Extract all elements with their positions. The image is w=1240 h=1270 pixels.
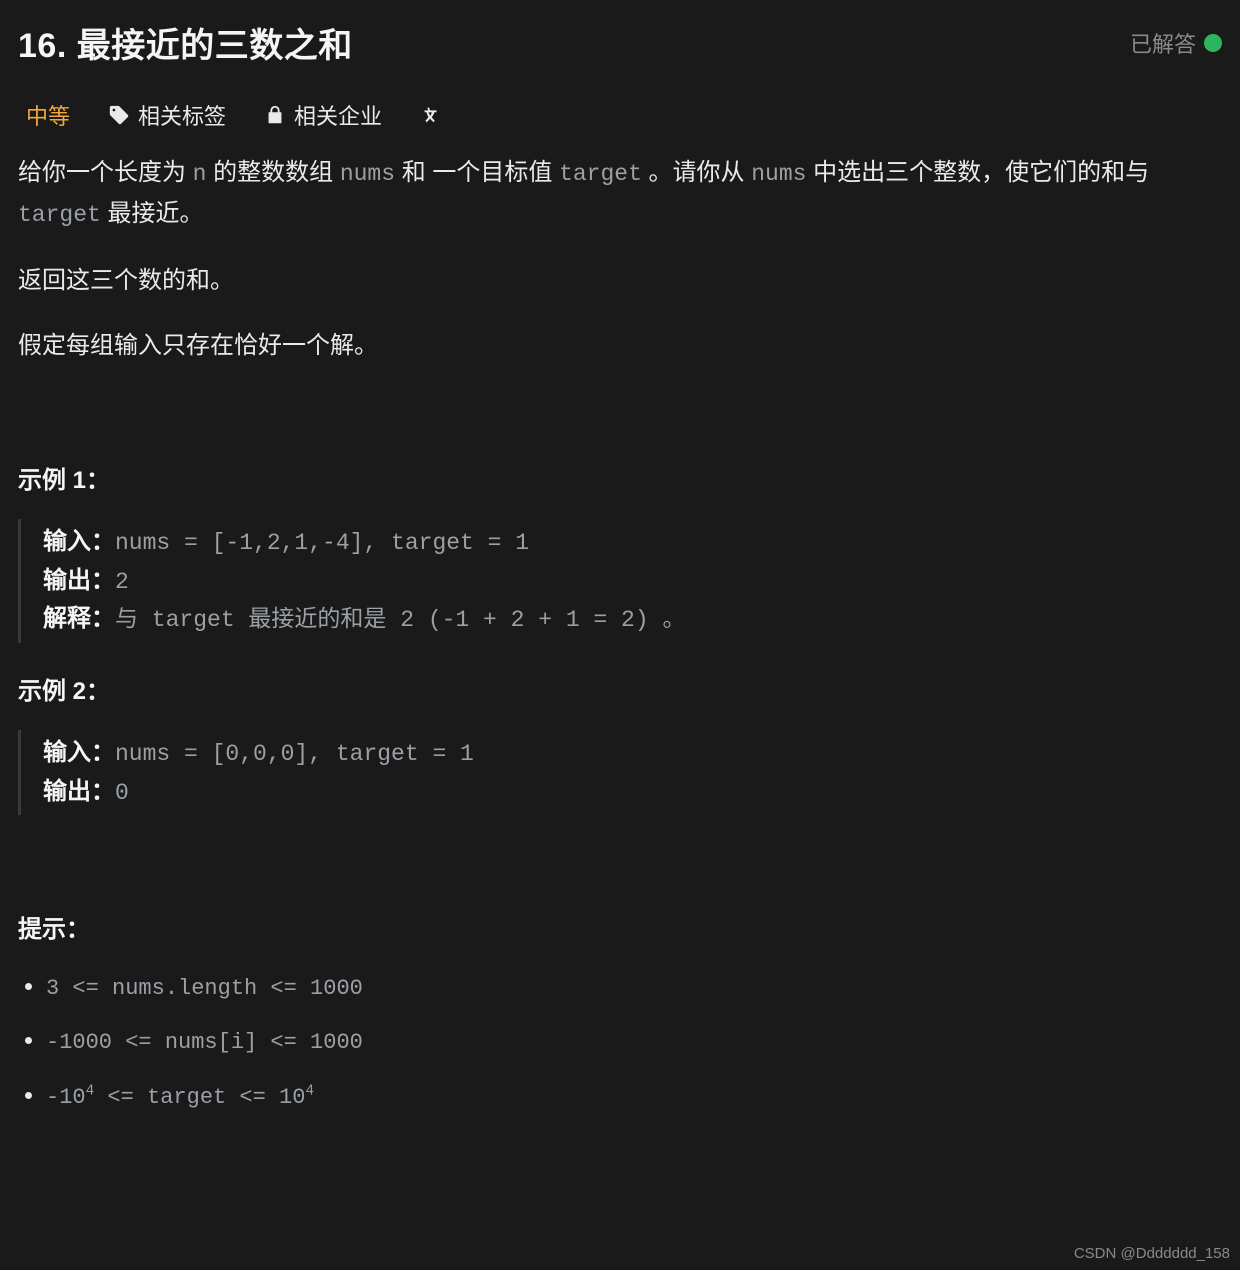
description-paragraph-1: 给你一个长度为 n 的整数数组 nums 和 一个目标值 target 。请你从…	[18, 153, 1222, 235]
text: 中选出三个整数，使它们的和与	[806, 159, 1149, 186]
watermark: CSDN @Ddddddd_158	[1074, 1245, 1230, 1262]
example-1-heading: 示例 1：	[18, 460, 1222, 495]
example-1-input: 输入：nums = [-1,2,1,-4], target = 1	[43, 523, 1222, 562]
code-nums: nums	[340, 161, 395, 187]
tab-companies[interactable]: 相关企业	[264, 99, 382, 131]
text: 的整数数组	[206, 159, 339, 186]
output-label: 输出：	[43, 567, 115, 594]
example-1-output: 输出：2	[43, 562, 1222, 601]
input-value: nums = [0,0,0], target = 1	[115, 741, 474, 767]
constraints-list: 3 <= nums.length <= 1000 -1000 <= nums[i…	[18, 968, 1222, 1115]
explain-label: 解释：	[43, 605, 115, 632]
sup: 4	[86, 1083, 95, 1099]
code-n: n	[193, 161, 207, 187]
tabs-row: 中等 相关标签 相关企业	[18, 95, 1222, 153]
spacer	[18, 392, 1222, 432]
constraint-2-code: -1000 <= nums[i] <= 1000	[46, 1030, 363, 1055]
description-paragraph-2: 返回这三个数的和。	[18, 261, 1222, 301]
example-2-heading: 示例 2：	[18, 671, 1222, 706]
tags-label: 相关标签	[138, 99, 226, 131]
output-value: 2	[115, 569, 129, 595]
example-1: 输入：nums = [-1,2,1,-4], target = 1 输出：2 解…	[18, 519, 1222, 643]
example-1-explain: 解释：与 target 最接近的和是 2 (-1 + 2 + 1 = 2) 。	[43, 600, 1222, 639]
constraint-3-code: -104 <= target <= 104	[46, 1085, 314, 1110]
text: 给你一个长度为	[18, 159, 193, 186]
status-dot-icon	[1204, 34, 1222, 52]
text: 。请你从	[642, 159, 751, 186]
text: 最接近。	[101, 200, 204, 227]
problem-title: 16. 最接近的三数之和	[18, 18, 353, 67]
header-row: 16. 最接近的三数之和 已解答	[18, 18, 1222, 67]
example-2-input: 输入：nums = [0,0,0], target = 1	[43, 734, 1222, 773]
constraint-1: 3 <= nums.length <= 1000	[46, 968, 1222, 1006]
sup: 4	[305, 1083, 314, 1099]
output-label: 输出：	[43, 778, 115, 805]
constraints-heading: 提示：	[18, 909, 1222, 944]
text: 和 一个目标值	[395, 159, 559, 186]
explain-value: 与 target 最接近的和是 2 (-1 + 2 + 1 = 2) 。	[115, 607, 685, 633]
text: <= target <= 10	[94, 1085, 305, 1110]
lock-icon	[264, 104, 286, 126]
tab-tags[interactable]: 相关标签	[108, 99, 226, 131]
input-label: 输入：	[43, 528, 115, 555]
example-2-output: 输出：0	[43, 773, 1222, 812]
code-target: target	[559, 161, 642, 187]
example-2: 输入：nums = [0,0,0], target = 1 输出：0	[18, 730, 1222, 815]
spacer	[18, 841, 1222, 881]
constraint-2: -1000 <= nums[i] <= 1000	[46, 1022, 1222, 1060]
tab-translation[interactable]	[420, 104, 442, 126]
description-paragraph-3: 假定每组输入只存在恰好一个解。	[18, 326, 1222, 366]
constraint-3: -104 <= target <= 104	[46, 1077, 1222, 1115]
constraint-1-code: 3 <= nums.length <= 1000	[46, 976, 363, 1001]
code-target-2: target	[18, 202, 101, 228]
status-badge: 已解答	[1130, 27, 1222, 59]
code-nums-2: nums	[751, 161, 806, 187]
input-label: 输入：	[43, 739, 115, 766]
text: -10	[46, 1085, 86, 1110]
input-value: nums = [-1,2,1,-4], target = 1	[115, 530, 529, 556]
status-text: 已解答	[1130, 27, 1196, 59]
problem-description: 给你一个长度为 n 的整数数组 nums 和 一个目标值 target 。请你从…	[18, 153, 1222, 366]
tab-difficulty[interactable]: 中等	[26, 99, 70, 131]
companies-label: 相关企业	[294, 99, 382, 131]
problem-page: 16. 最接近的三数之和 已解答 中等 相关标签 相关企业	[0, 0, 1240, 1270]
difficulty-label: 中等	[26, 99, 70, 131]
output-value: 0	[115, 780, 129, 806]
translate-icon	[420, 104, 442, 126]
tag-icon	[108, 104, 130, 126]
